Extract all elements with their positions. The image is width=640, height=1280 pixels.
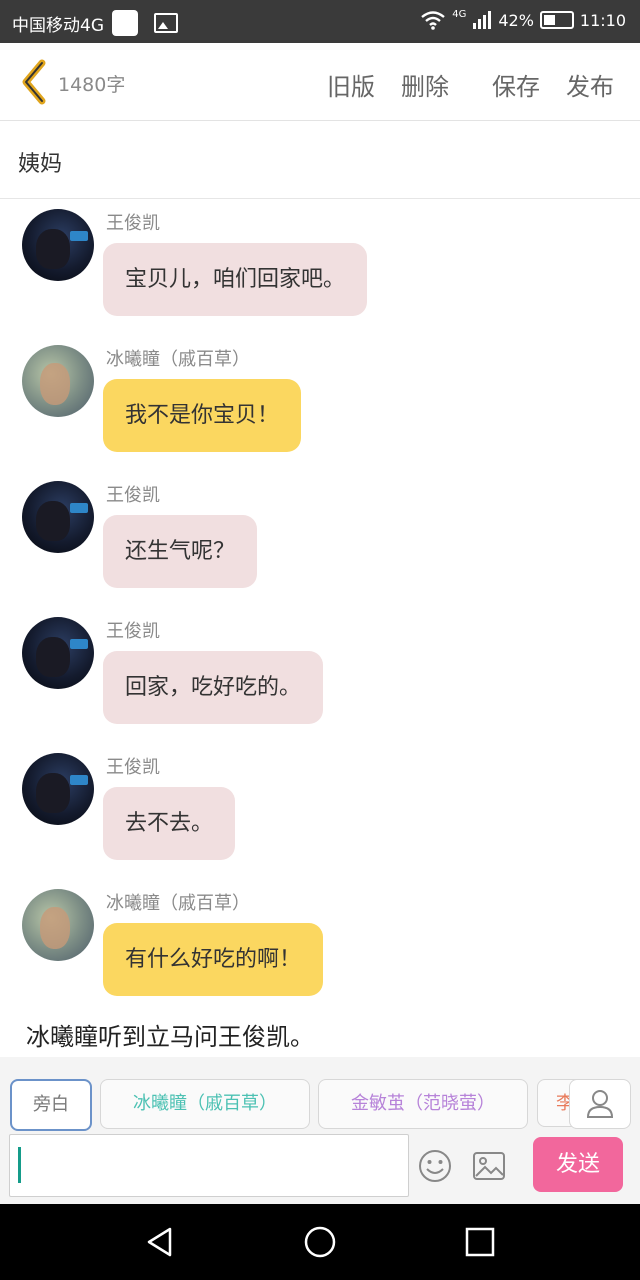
chevron-left-icon[interactable] [16,57,50,107]
notification-app-icon [112,10,138,36]
battery-icon [539,11,574,29]
narration-text[interactable]: 冰曦瞳听到立马问王俊凯。 [26,1017,314,1052]
avatar[interactable] [22,209,94,281]
avatar[interactable] [22,617,94,689]
status-bar: 中国移动4G 4G 42% 11:10 [0,0,640,43]
editor-top-bar: 1480字 旧版 删除 保存 发布 [0,43,640,121]
publish-button[interactable]: 发布 [566,67,614,102]
role-chip-narrator[interactable]: 旁白 [10,1079,92,1131]
chat-list[interactable]: 王俊凯 宝贝儿，咱们回家吧。 冰曦瞳（戚百草） 我不是你宝贝！ 王俊凯 还生气呢… [0,199,640,1057]
message-bubble[interactable]: 我不是你宝贝！ [103,379,302,452]
battery-percent: 42% [498,10,534,30]
avatar[interactable] [22,753,94,825]
sender-name: 王俊凯 [106,621,160,642]
text-caret [18,1147,21,1183]
message-input[interactable] [9,1134,409,1197]
home-circle-icon[interactable] [304,1226,336,1258]
role-chip-jin-min-jian[interactable]: 金敏茧（范晓萤） [318,1079,528,1129]
sender-name: 冰曦瞳（戚百草） [106,893,250,914]
word-count: 1480字 [58,74,126,96]
signal-icon [473,11,492,29]
character-manager-button[interactable] [569,1079,631,1129]
chapter-title[interactable]: 姨妈 [18,146,62,178]
delete-button[interactable]: 删除 [401,67,449,102]
message-bubble[interactable]: 还生气呢？ [103,515,258,588]
avatar[interactable] [22,345,94,417]
avatar[interactable] [22,889,94,961]
sender-name: 王俊凯 [106,757,160,778]
role-chip-bing-xi-tong[interactable]: 冰曦瞳（戚百草） [100,1079,310,1129]
sender-name: 王俊凯 [106,485,160,506]
clock: 11:10 [579,10,626,30]
recents-square-icon[interactable] [464,1226,496,1258]
status-left: 中国移动4G [12,10,178,36]
gallery-notification-icon [154,13,178,33]
old-version-button[interactable]: 旧版 [327,67,375,102]
message-bubble[interactable]: 回家，吃好吃的。 [103,651,324,724]
compose-panel: 旁白 冰曦瞳（戚百草） 金敏茧（范晓萤） 李 发送 [0,1057,640,1204]
wifi-icon [421,11,445,30]
emoji-icon[interactable] [418,1149,452,1183]
image-icon[interactable] [472,1151,506,1181]
person-icon [586,1090,614,1118]
message-bubble[interactable]: 宝贝儿，咱们回家吧。 [103,243,368,316]
send-button[interactable]: 发送 [533,1137,623,1192]
avatar[interactable] [22,481,94,553]
save-button[interactable]: 保存 [492,67,540,102]
network-type-label: 4G [452,8,467,20]
carrier-label: 中国移动4G [12,15,104,36]
system-nav-bar [0,1204,640,1280]
sender-name: 王俊凯 [106,213,160,234]
message-bubble[interactable]: 有什么好吃的啊！ [103,923,324,996]
chapter-title-bar[interactable]: 姨妈 [0,121,640,199]
message-bubble[interactable]: 去不去。 [103,787,236,860]
sender-name: 冰曦瞳（戚百草） [106,349,250,370]
status-right: 4G 42% 11:10 [420,8,626,30]
back-triangle-icon[interactable] [144,1226,176,1258]
